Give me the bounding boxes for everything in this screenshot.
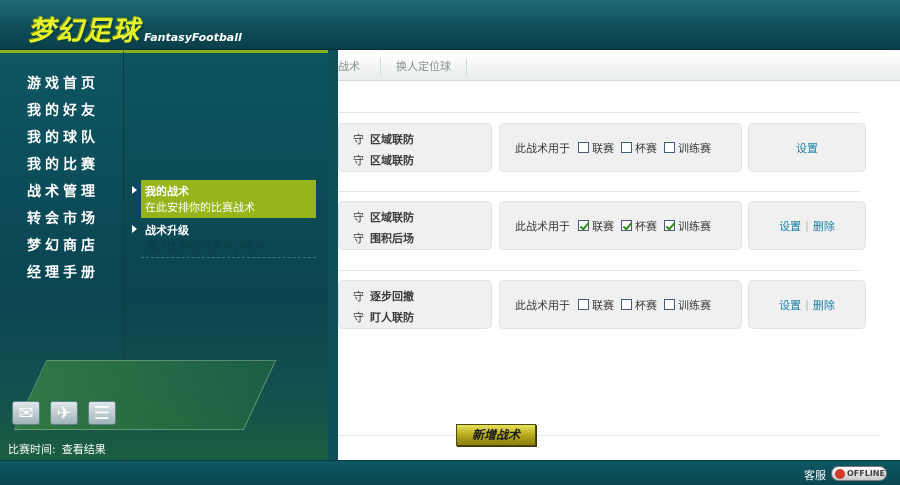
view-results-link[interactable]: 查看结果 bbox=[62, 443, 106, 456]
nav-item-matches[interactable]: 我的比赛 bbox=[0, 152, 123, 179]
action-separator: | bbox=[805, 219, 809, 232]
checkbox-box[interactable] bbox=[578, 299, 589, 310]
arrow-right-icon bbox=[132, 186, 137, 194]
usage-label: 此战术用于 bbox=[515, 298, 570, 312]
status-dot-icon bbox=[835, 468, 845, 479]
tab-divider bbox=[380, 58, 381, 76]
checkbox-box[interactable] bbox=[664, 299, 675, 310]
submenu-title: 战术升级 bbox=[145, 224, 189, 237]
league-checkbox[interactable]: 联赛 bbox=[578, 218, 614, 234]
checkbox-box[interactable] bbox=[578, 220, 589, 231]
position-line: 守盯人联防 bbox=[353, 311, 414, 324]
submenu: 我的战术 在此安排你的比赛战术 战术升级 通过比赛获得更多训练点 bbox=[123, 50, 328, 460]
tactic-actions: 设置 | 删除 bbox=[748, 201, 866, 250]
nav-item-friends[interactable]: 我的好友 bbox=[0, 98, 123, 125]
tactic-usage: 此战术用于 联赛 杯赛 训练赛 bbox=[499, 201, 742, 250]
league-checkbox[interactable]: 联赛 bbox=[578, 140, 614, 156]
cup-checkbox[interactable]: 杯赛 bbox=[621, 218, 657, 234]
training-checkbox[interactable]: 训练赛 bbox=[664, 140, 711, 156]
submenu-item-upgrade[interactable]: 战术升级 通过比赛获得更多训练点 bbox=[132, 219, 316, 258]
main-panel: 战术 换人定位球 守区域联防 守区域联防 此战术用于 联赛 杯赛 训练赛 设置 … bbox=[338, 50, 900, 460]
submenu-desc: 在此安排你的比赛战术 bbox=[145, 201, 255, 214]
tab-substitution[interactable]: 换人定位球 bbox=[384, 53, 463, 81]
list-icon[interactable]: ☰ bbox=[88, 401, 116, 425]
usage-label: 此战术用于 bbox=[515, 219, 570, 233]
row-divider bbox=[338, 112, 860, 113]
plane-icon[interactable]: ✈ bbox=[50, 401, 78, 425]
tactic-actions: 设置 bbox=[748, 123, 866, 172]
tool-icons: ✉ ✈ ☰ bbox=[12, 401, 116, 425]
position-line: 守逐步回撤 bbox=[353, 290, 414, 303]
tactic-usage: 此战术用于 联赛 杯赛 训练赛 bbox=[499, 280, 742, 329]
action-separator: | bbox=[805, 298, 809, 311]
checkbox-box[interactable] bbox=[578, 142, 589, 153]
tactic-actions: 设置 | 删除 bbox=[748, 280, 866, 329]
mail-icon[interactable]: ✉ bbox=[12, 401, 40, 425]
logo[interactable]: 梦幻足球 FantasyFootball bbox=[28, 9, 242, 48]
match-time: 比赛时间: 查看结果 bbox=[8, 441, 112, 457]
offline-status-badge[interactable]: OFFLINE bbox=[831, 466, 887, 481]
add-tactic-button[interactable]: 新增战术 bbox=[456, 424, 536, 446]
bottom-divider bbox=[338, 435, 880, 436]
submenu-desc: 通过比赛获得更多训练点 bbox=[145, 240, 266, 253]
tactic-usage: 此战术用于 联赛 杯赛 训练赛 bbox=[499, 123, 742, 172]
training-checkbox[interactable]: 训练赛 bbox=[664, 218, 711, 234]
checkbox-box[interactable] bbox=[621, 220, 632, 231]
nav-item-tactics[interactable]: 战术管理 bbox=[0, 179, 123, 206]
position-line: 守围积后场 bbox=[353, 232, 414, 245]
cup-checkbox[interactable]: 杯赛 bbox=[621, 140, 657, 156]
submenu-item-my-tactics[interactable]: 我的战术 在此安排你的比赛战术 bbox=[132, 180, 316, 218]
nav-item-manual[interactable]: 经理手册 bbox=[0, 260, 123, 287]
customer-service-link[interactable]: 客服 bbox=[804, 467, 826, 483]
settings-link[interactable]: 设置 bbox=[779, 218, 801, 234]
nav-item-shop[interactable]: 梦幻商店 bbox=[0, 233, 123, 260]
delete-link[interactable]: 删除 bbox=[813, 218, 835, 234]
logo-en: FantasyFootball bbox=[144, 31, 242, 44]
settings-link[interactable]: 设置 bbox=[779, 297, 801, 313]
tab-tactics[interactable]: 战术 bbox=[326, 53, 372, 81]
checkbox-box[interactable] bbox=[621, 299, 632, 310]
tactic-positions: 守区域联防 守围积后场 bbox=[338, 201, 492, 250]
nav-item-team[interactable]: 我的球队 bbox=[0, 125, 123, 152]
delete-link[interactable]: 删除 bbox=[813, 297, 835, 313]
tactic-positions: 守区域联防 守区域联防 bbox=[338, 123, 492, 172]
logo-cn: 梦幻足球 bbox=[28, 16, 140, 47]
position-line: 守区域联防 bbox=[353, 211, 414, 224]
tactic-positions: 守逐步回撤 守盯人联防 bbox=[338, 280, 492, 329]
cup-checkbox[interactable]: 杯赛 bbox=[621, 297, 657, 313]
checkbox-box[interactable] bbox=[621, 142, 632, 153]
checkbox-box[interactable] bbox=[664, 220, 675, 231]
nav-item-home[interactable]: 游戏首页 bbox=[0, 71, 123, 98]
row-divider bbox=[338, 191, 860, 192]
match-time-label: 比赛时间: bbox=[8, 443, 56, 456]
tab-bar: 战术 换人定位球 bbox=[338, 53, 900, 81]
tab-divider bbox=[466, 58, 467, 76]
position-line: 守区域联防 bbox=[353, 154, 414, 167]
training-checkbox[interactable]: 训练赛 bbox=[664, 297, 711, 313]
left-nav: 游戏首页 我的好友 我的球队 我的比赛 战术管理 转会市场 梦幻商店 经理手册 bbox=[0, 50, 123, 460]
header: 梦幻足球 FantasyFootball bbox=[0, 0, 900, 50]
status-text: OFFLINE bbox=[847, 469, 885, 478]
usage-label: 此战术用于 bbox=[515, 141, 570, 155]
settings-link[interactable]: 设置 bbox=[796, 140, 818, 156]
footer: 客服 OFFLINE bbox=[0, 460, 900, 485]
submenu-title: 我的战术 bbox=[145, 185, 189, 198]
row-divider bbox=[338, 270, 860, 271]
nav-item-transfer[interactable]: 转会市场 bbox=[0, 206, 123, 233]
checkbox-box[interactable] bbox=[664, 142, 675, 153]
position-line: 守区域联防 bbox=[353, 133, 414, 146]
nav-list: 游戏首页 我的好友 我的球队 我的比赛 战术管理 转会市场 梦幻商店 经理手册 bbox=[0, 53, 123, 287]
arrow-right-icon bbox=[132, 225, 137, 233]
league-checkbox[interactable]: 联赛 bbox=[578, 297, 614, 313]
